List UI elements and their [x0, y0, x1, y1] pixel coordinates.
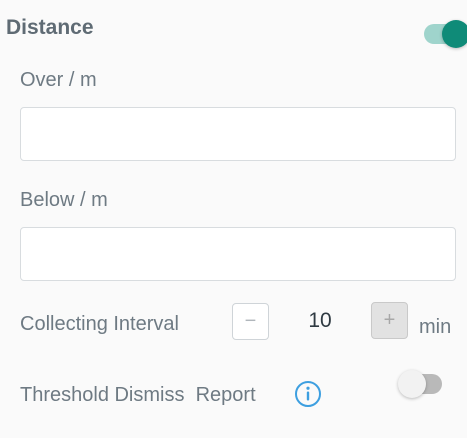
- interval-unit: min: [419, 316, 452, 338]
- plus-icon: +: [383, 309, 396, 331]
- toggle-knob: [442, 20, 467, 48]
- below-input[interactable]: [20, 227, 456, 281]
- over-input[interactable]: [20, 107, 456, 161]
- interval-increment-button[interactable]: +: [371, 302, 408, 339]
- section-title-distance: Distance: [6, 16, 94, 39]
- distance-toggle[interactable]: [424, 20, 467, 48]
- toggle-knob: [398, 370, 426, 398]
- threshold-dismiss-toggle[interactable]: [398, 370, 442, 398]
- threshold-dismiss-report-label: Threshold Dismiss Report: [20, 384, 256, 406]
- over-label: Over / m: [20, 69, 97, 91]
- info-icon[interactable]: [294, 380, 322, 408]
- minus-icon: −: [244, 310, 257, 332]
- below-label: Below / m: [20, 189, 108, 211]
- collecting-interval-label: Collecting Interval: [20, 313, 179, 335]
- interval-decrement-button[interactable]: −: [232, 303, 269, 340]
- interval-value[interactable]: 10: [290, 309, 350, 333]
